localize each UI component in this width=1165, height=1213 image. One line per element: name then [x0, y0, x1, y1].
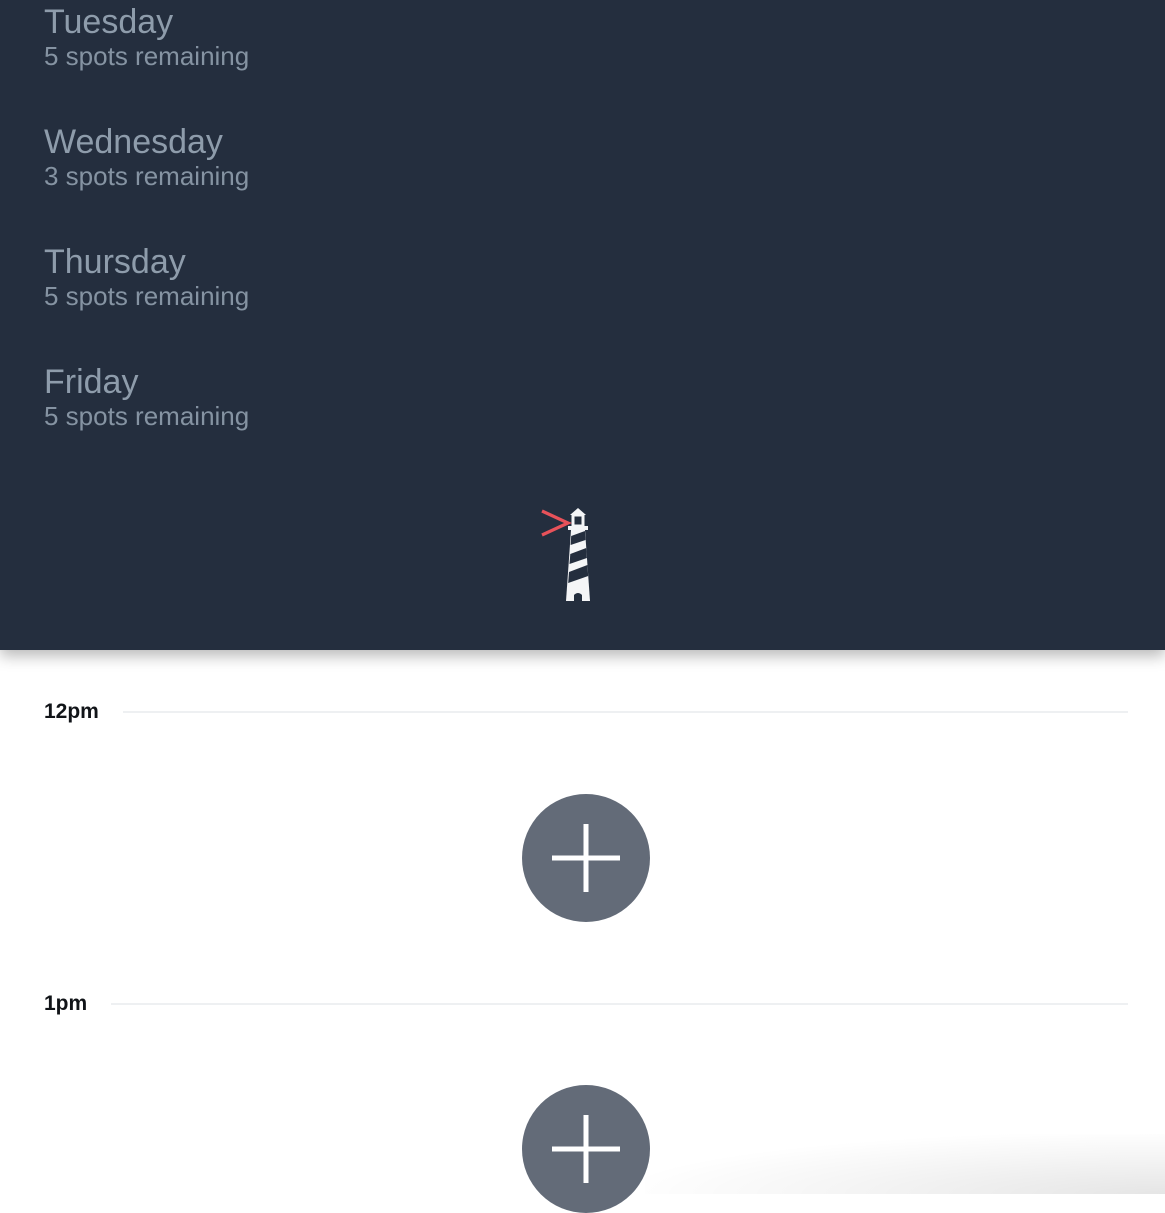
hour-label: 12pm [44, 700, 99, 723]
day-item-wednesday[interactable]: Wednesday 3 spots remaining [44, 122, 444, 192]
day-item-friday[interactable]: Friday 5 spots remaining [44, 362, 444, 432]
day-item-tuesday[interactable]: Tuesday 5 spots remaining [44, 2, 444, 72]
day-spots-remaining: 5 spots remaining [44, 41, 250, 71]
lighthouse-icon [538, 504, 602, 604]
hour-divider [122, 711, 1128, 713]
day-name: Tuesday [44, 3, 174, 41]
hour-row-1pm: 1pm [44, 989, 1128, 1019]
day-name: Thursday [44, 243, 186, 281]
day-spots-remaining: 5 spots remaining [44, 401, 250, 431]
hour-divider [111, 1003, 1128, 1005]
day-name: Wednesday [44, 123, 223, 161]
timeline: 12pm 1pm [0, 650, 1165, 1213]
day-item-thursday[interactable]: Thursday 5 spots remaining [44, 242, 444, 312]
day-spots-remaining: 5 spots remaining [44, 281, 250, 311]
day-spots-remaining: 3 spots remaining [44, 161, 250, 191]
plus-icon [552, 824, 620, 892]
day-name: Friday [44, 363, 139, 401]
day-selector-panel: Tuesday 5 spots remaining Wednesday 3 sp… [0, 0, 1165, 650]
add-slot-button[interactable] [522, 794, 650, 922]
hour-label: 1pm [44, 992, 88, 1015]
hour-row-12pm: 12pm [44, 697, 1128, 727]
